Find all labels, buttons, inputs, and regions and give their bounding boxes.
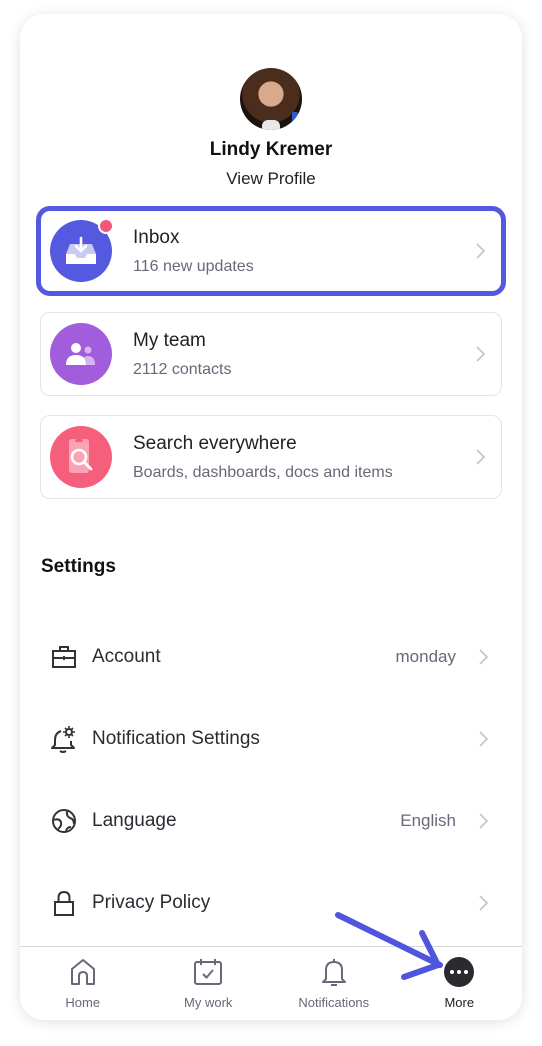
chevron-right-icon xyxy=(479,813,489,829)
settings-item-language[interactable]: Language English xyxy=(50,797,494,845)
settings-item-account[interactable]: Account monday xyxy=(50,633,494,681)
chevron-right-icon xyxy=(479,895,489,911)
my-team-card[interactable]: My team 2112 contacts xyxy=(40,312,502,396)
inbox-texts: Inbox 116 new updates xyxy=(133,227,469,276)
tab-home-label: Home xyxy=(65,995,101,1010)
avatar[interactable] xyxy=(240,68,302,130)
bell-gear-icon xyxy=(51,726,75,753)
briefcase-icon xyxy=(52,646,76,668)
globe-icon xyxy=(52,809,76,833)
privacy-policy-label: Privacy Policy xyxy=(92,892,211,913)
team-icon xyxy=(66,343,95,365)
team-icon-circle xyxy=(50,323,112,385)
language-label: Language xyxy=(92,810,177,831)
my-team-subtitle: 2112 contacts xyxy=(133,360,232,378)
tab-more-label: More xyxy=(444,995,475,1010)
search-texts: Search everywhere Boards, dashboards, do… xyxy=(133,433,469,482)
search-title: Search everywhere xyxy=(133,432,297,454)
inbox-icon-circle xyxy=(50,218,114,282)
account-label: Account xyxy=(92,646,161,667)
tab-my-work[interactable]: My work xyxy=(146,947,272,1020)
tab-more[interactable]: More xyxy=(397,947,523,1020)
inbox-card[interactable]: Inbox 116 new updates xyxy=(36,206,506,296)
avatar-detail xyxy=(292,112,298,122)
calendar-check-icon xyxy=(192,956,224,988)
bottom-tab-bar: Home My work Notifications More xyxy=(20,946,522,1020)
notification-settings-label: Notification Settings xyxy=(92,728,260,749)
phone-screen: Lindy Kremer View Profile Inbox 116 new … xyxy=(20,14,522,1020)
inbox-subtitle: 116 new updates xyxy=(133,257,254,275)
chevron-right-icon xyxy=(476,243,486,259)
account-value: monday xyxy=(395,647,456,666)
search-icon xyxy=(69,439,93,473)
chevron-right-icon xyxy=(476,346,486,362)
tab-notifications[interactable]: Notifications xyxy=(271,947,397,1020)
more-dots-icon xyxy=(443,956,475,988)
settings-item-notification-settings[interactable]: Notification Settings xyxy=(50,715,494,763)
home-icon xyxy=(67,956,99,988)
search-everywhere-card[interactable]: Search everywhere Boards, dashboards, do… xyxy=(40,415,502,499)
profile-name: Lindy Kremer xyxy=(209,139,333,160)
bell-icon xyxy=(318,956,350,988)
inbox-download-icon xyxy=(66,236,96,264)
language-value: English xyxy=(400,811,456,830)
settings-heading: Settings xyxy=(41,556,116,577)
tab-home[interactable]: Home xyxy=(20,947,146,1020)
my-team-title: My team xyxy=(133,329,206,351)
my-team-texts: My team 2112 contacts xyxy=(133,330,469,379)
search-subtitle: Boards, dashboards, docs and items xyxy=(133,463,393,481)
avatar-shirt xyxy=(262,120,280,130)
chevron-right-icon xyxy=(476,449,486,465)
lock-icon xyxy=(54,890,74,916)
notification-dot xyxy=(98,218,114,234)
settings-item-privacy-policy[interactable]: Privacy Policy xyxy=(50,879,494,927)
search-icon-circle xyxy=(50,426,112,488)
profile-header: Lindy Kremer View Profile xyxy=(20,68,522,189)
chevron-right-icon xyxy=(479,649,489,665)
inbox-title: Inbox xyxy=(133,226,180,248)
chevron-right-icon xyxy=(479,731,489,747)
tab-notifications-label: Notifications xyxy=(298,995,370,1010)
tab-my-work-label: My work xyxy=(184,995,233,1010)
view-profile-link[interactable]: View Profile xyxy=(226,169,315,189)
